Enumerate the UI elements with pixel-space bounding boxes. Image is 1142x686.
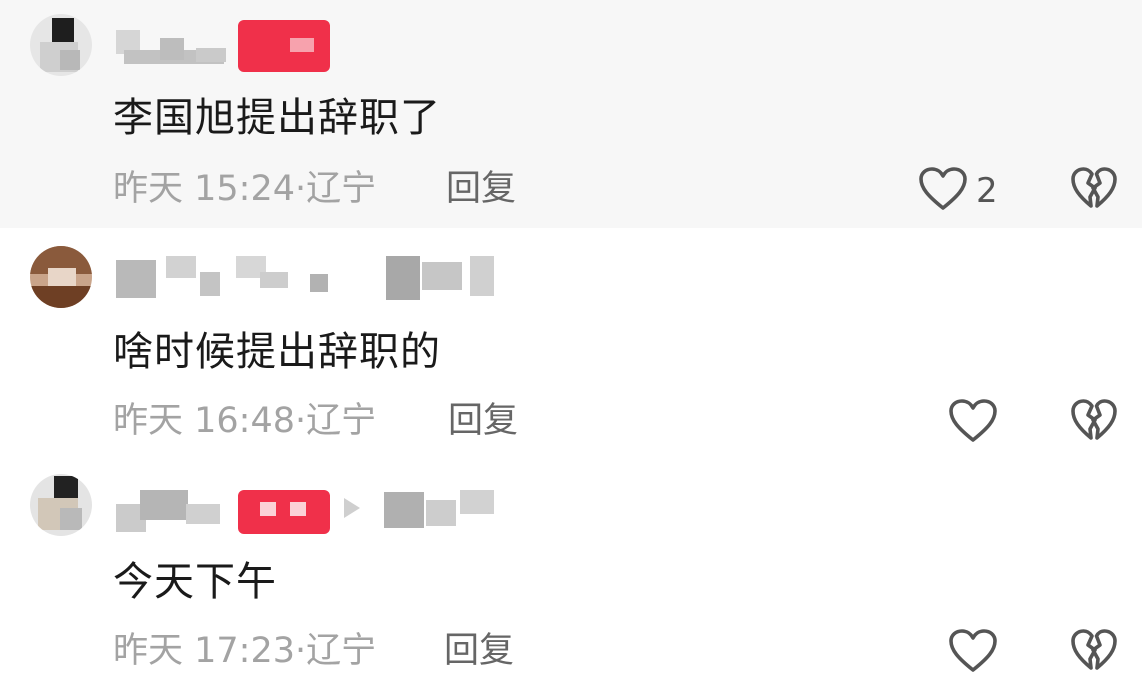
avatar[interactable] [30, 14, 92, 76]
heart-outline-icon [949, 629, 997, 672]
comment-location: 辽宁 [306, 401, 377, 441]
comment-item: 今天下午 昨天 17:23·辽宁 回复 [0, 468, 1142, 686]
like-button[interactable] [918, 166, 968, 212]
comment-location: 辽宁 [306, 631, 377, 671]
comment-meta: 昨天 15:24·辽宁 [113, 172, 376, 207]
dislike-button[interactable] [1070, 628, 1118, 674]
meta-separator: · [295, 169, 307, 209]
comment-text: 李国旭提出辞职了 [113, 95, 441, 141]
like-count: 2 [976, 171, 998, 211]
comment-item: 李国旭提出辞职了 昨天 15:24·辽宁 回复 2 [0, 0, 1142, 228]
comment-meta: 昨天 16:48·辽宁 [113, 404, 376, 439]
avatar[interactable] [30, 474, 92, 536]
comment-time: 昨天 17:23 [113, 631, 295, 671]
level-badge [238, 490, 330, 534]
username-blurred[interactable] [110, 252, 510, 304]
like-button[interactable] [948, 398, 998, 444]
comment-text: 啥时候提出辞职的 [113, 329, 441, 375]
comment-location: 辽宁 [306, 169, 377, 209]
meta-separator: · [295, 631, 307, 671]
comment-meta: 昨天 17:23·辽宁 [113, 634, 376, 669]
comment-list: 李国旭提出辞职了 昨天 15:24·辽宁 回复 2 啥时候提出辞职的 昨天 16… [0, 0, 1142, 686]
username-blurred[interactable] [110, 18, 510, 72]
meta-separator: · [295, 401, 307, 441]
avatar[interactable] [30, 246, 92, 308]
broken-heart-icon [1071, 629, 1117, 670]
comment-time: 昨天 16:48 [113, 401, 295, 441]
broken-heart-icon [1071, 399, 1117, 440]
comment-item: 啥时候提出辞职的 昨天 16:48·辽宁 回复 [0, 228, 1142, 468]
level-badge [238, 20, 330, 72]
dislike-button[interactable] [1070, 398, 1118, 444]
reply-button[interactable]: 回复 [448, 404, 518, 439]
heart-outline-icon [919, 167, 967, 210]
comment-time: 昨天 15:24 [113, 169, 295, 209]
comment-text: 今天下午 [113, 559, 277, 605]
reply-button[interactable]: 回复 [446, 172, 516, 207]
dislike-button[interactable] [1070, 166, 1118, 212]
reply-button[interactable]: 回复 [444, 634, 514, 669]
like-button[interactable] [948, 628, 998, 674]
broken-heart-icon [1071, 167, 1117, 208]
heart-outline-icon [949, 399, 997, 442]
username-blurred[interactable] [110, 482, 510, 534]
